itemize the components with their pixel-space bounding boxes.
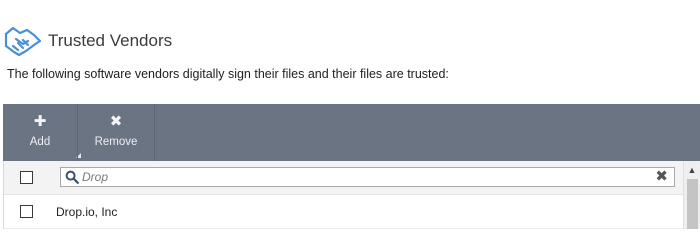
page-title: Trusted Vendors	[48, 31, 173, 50]
add-button-label: Add	[29, 136, 51, 148]
toolbar: ✚ Add ✖ Remove	[3, 104, 700, 161]
search-input[interactable]	[82, 170, 642, 184]
handshake-icon	[4, 26, 42, 57]
select-all-checkbox[interactable]	[20, 171, 33, 184]
add-button[interactable]: ✚ Add	[3, 104, 81, 161]
filter-row: ✖	[4, 161, 684, 195]
vertical-scrollbar[interactable]: ▲	[683, 161, 700, 229]
plus-icon: ✚	[33, 113, 47, 130]
search-box[interactable]: ✖	[60, 167, 675, 187]
scrollbar-thumb[interactable]	[687, 179, 698, 229]
scroll-up-icon[interactable]: ▲	[684, 161, 700, 178]
remove-button-label: Remove	[94, 136, 138, 148]
vendor-table: ✖ Drop.io, Inc ▲	[3, 161, 700, 229]
vendor-name: Drop.io, Inc	[56, 204, 118, 219]
page-header: Trusted Vendors	[4, 24, 172, 58]
search-icon	[65, 170, 79, 184]
clear-icon[interactable]: ✖	[655, 169, 668, 185]
table-row[interactable]: Drop.io, Inc	[4, 195, 684, 229]
remove-button[interactable]: ✖ Remove	[77, 104, 155, 161]
page-description: The following software vendors digitally…	[7, 67, 449, 81]
row-checkbox[interactable]	[20, 205, 33, 218]
close-icon: ✖	[109, 113, 123, 130]
